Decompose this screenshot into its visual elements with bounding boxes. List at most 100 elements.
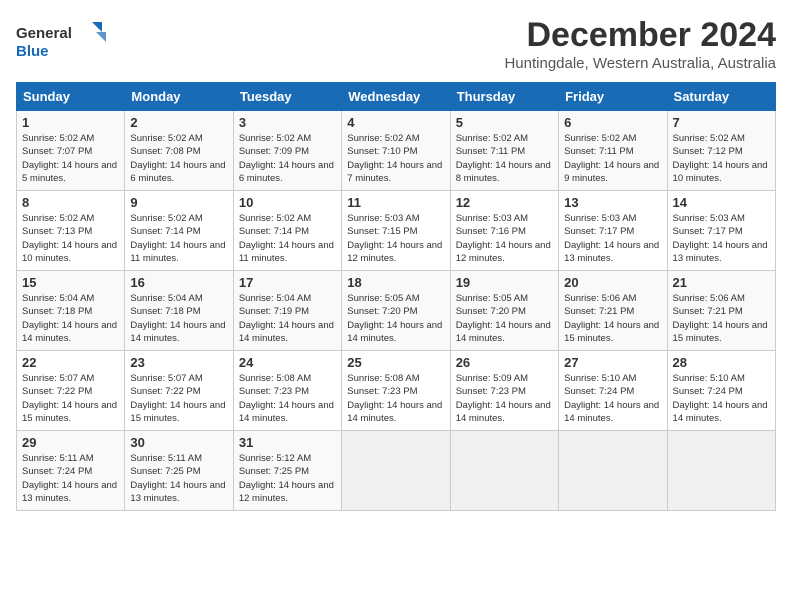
table-row: 30 Sunrise: 5:11 AM Sunset: 7:25 PM Dayl… xyxy=(125,431,233,511)
day-number: 12 xyxy=(456,195,553,210)
day-info: Sunrise: 5:05 AM Sunset: 7:20 PM Dayligh… xyxy=(347,292,444,345)
title-block: December 2024 Huntingdale, Western Austr… xyxy=(504,16,776,72)
table-row xyxy=(450,431,558,511)
table-row: 2 Sunrise: 5:02 AM Sunset: 7:08 PM Dayli… xyxy=(125,111,233,191)
table-row: 26 Sunrise: 5:09 AM Sunset: 7:23 PM Dayl… xyxy=(450,351,558,431)
calendar-table: Sunday Monday Tuesday Wednesday Thursday… xyxy=(16,82,776,511)
day-info: Sunrise: 5:03 AM Sunset: 7:16 PM Dayligh… xyxy=(456,212,553,265)
table-row: 8 Sunrise: 5:02 AM Sunset: 7:13 PM Dayli… xyxy=(17,191,125,271)
day-info: Sunrise: 5:11 AM Sunset: 7:24 PM Dayligh… xyxy=(22,452,119,505)
day-number: 14 xyxy=(673,195,770,210)
table-row: 24 Sunrise: 5:08 AM Sunset: 7:23 PM Dayl… xyxy=(233,351,341,431)
table-row: 12 Sunrise: 5:03 AM Sunset: 7:16 PM Dayl… xyxy=(450,191,558,271)
day-number: 8 xyxy=(22,195,119,210)
table-row: 11 Sunrise: 5:03 AM Sunset: 7:15 PM Dayl… xyxy=(342,191,450,271)
table-row: 23 Sunrise: 5:07 AM Sunset: 7:22 PM Dayl… xyxy=(125,351,233,431)
day-number: 26 xyxy=(456,355,553,370)
day-info: Sunrise: 5:03 AM Sunset: 7:15 PM Dayligh… xyxy=(347,212,444,265)
day-number: 11 xyxy=(347,195,444,210)
table-row: 3 Sunrise: 5:02 AM Sunset: 7:09 PM Dayli… xyxy=(233,111,341,191)
day-number: 20 xyxy=(564,275,661,290)
day-info: Sunrise: 5:12 AM Sunset: 7:25 PM Dayligh… xyxy=(239,452,336,505)
logo-svg: General Blue xyxy=(16,20,106,64)
day-info: Sunrise: 5:02 AM Sunset: 7:14 PM Dayligh… xyxy=(130,212,227,265)
header-row: Sunday Monday Tuesday Wednesday Thursday… xyxy=(17,83,776,111)
calendar-week-row: 15 Sunrise: 5:04 AM Sunset: 7:18 PM Dayl… xyxy=(17,271,776,351)
table-row: 21 Sunrise: 5:06 AM Sunset: 7:21 PM Dayl… xyxy=(667,271,775,351)
day-info: Sunrise: 5:09 AM Sunset: 7:23 PM Dayligh… xyxy=(456,372,553,425)
day-number: 10 xyxy=(239,195,336,210)
col-wednesday: Wednesday xyxy=(342,83,450,111)
table-row xyxy=(559,431,667,511)
table-row: 28 Sunrise: 5:10 AM Sunset: 7:24 PM Dayl… xyxy=(667,351,775,431)
svg-text:Blue: Blue xyxy=(16,43,49,60)
table-row xyxy=(667,431,775,511)
day-info: Sunrise: 5:02 AM Sunset: 7:07 PM Dayligh… xyxy=(22,132,119,185)
day-number: 28 xyxy=(673,355,770,370)
table-row: 5 Sunrise: 5:02 AM Sunset: 7:11 PM Dayli… xyxy=(450,111,558,191)
calendar-week-row: 22 Sunrise: 5:07 AM Sunset: 7:22 PM Dayl… xyxy=(17,351,776,431)
logo-block: General Blue xyxy=(16,20,106,64)
day-info: Sunrise: 5:02 AM Sunset: 7:13 PM Dayligh… xyxy=(22,212,119,265)
table-row: 9 Sunrise: 5:02 AM Sunset: 7:14 PM Dayli… xyxy=(125,191,233,271)
day-info: Sunrise: 5:02 AM Sunset: 7:12 PM Dayligh… xyxy=(673,132,770,185)
col-thursday: Thursday xyxy=(450,83,558,111)
day-number: 24 xyxy=(239,355,336,370)
table-row: 20 Sunrise: 5:06 AM Sunset: 7:21 PM Dayl… xyxy=(559,271,667,351)
day-info: Sunrise: 5:07 AM Sunset: 7:22 PM Dayligh… xyxy=(130,372,227,425)
day-number: 30 xyxy=(130,435,227,450)
day-number: 31 xyxy=(239,435,336,450)
day-info: Sunrise: 5:02 AM Sunset: 7:11 PM Dayligh… xyxy=(456,132,553,185)
day-info: Sunrise: 5:04 AM Sunset: 7:19 PM Dayligh… xyxy=(239,292,336,345)
table-row: 6 Sunrise: 5:02 AM Sunset: 7:11 PM Dayli… xyxy=(559,111,667,191)
day-info: Sunrise: 5:04 AM Sunset: 7:18 PM Dayligh… xyxy=(22,292,119,345)
day-info: Sunrise: 5:10 AM Sunset: 7:24 PM Dayligh… xyxy=(673,372,770,425)
day-number: 4 xyxy=(347,115,444,130)
table-row: 4 Sunrise: 5:02 AM Sunset: 7:10 PM Dayli… xyxy=(342,111,450,191)
day-info: Sunrise: 5:07 AM Sunset: 7:22 PM Dayligh… xyxy=(22,372,119,425)
table-row: 19 Sunrise: 5:05 AM Sunset: 7:20 PM Dayl… xyxy=(450,271,558,351)
day-info: Sunrise: 5:03 AM Sunset: 7:17 PM Dayligh… xyxy=(673,212,770,265)
calendar-week-row: 8 Sunrise: 5:02 AM Sunset: 7:13 PM Dayli… xyxy=(17,191,776,271)
day-number: 13 xyxy=(564,195,661,210)
day-info: Sunrise: 5:11 AM Sunset: 7:25 PM Dayligh… xyxy=(130,452,227,505)
table-row: 25 Sunrise: 5:08 AM Sunset: 7:23 PM Dayl… xyxy=(342,351,450,431)
day-number: 17 xyxy=(239,275,336,290)
day-number: 22 xyxy=(22,355,119,370)
table-row: 16 Sunrise: 5:04 AM Sunset: 7:18 PM Dayl… xyxy=(125,271,233,351)
table-row: 13 Sunrise: 5:03 AM Sunset: 7:17 PM Dayl… xyxy=(559,191,667,271)
day-info: Sunrise: 5:02 AM Sunset: 7:10 PM Dayligh… xyxy=(347,132,444,185)
day-number: 19 xyxy=(456,275,553,290)
table-row: 22 Sunrise: 5:07 AM Sunset: 7:22 PM Dayl… xyxy=(17,351,125,431)
day-info: Sunrise: 5:06 AM Sunset: 7:21 PM Dayligh… xyxy=(564,292,661,345)
col-monday: Monday xyxy=(125,83,233,111)
table-row: 14 Sunrise: 5:03 AM Sunset: 7:17 PM Dayl… xyxy=(667,191,775,271)
day-number: 16 xyxy=(130,275,227,290)
day-info: Sunrise: 5:04 AM Sunset: 7:18 PM Dayligh… xyxy=(130,292,227,345)
table-row xyxy=(342,431,450,511)
day-info: Sunrise: 5:03 AM Sunset: 7:17 PM Dayligh… xyxy=(564,212,661,265)
day-number: 9 xyxy=(130,195,227,210)
day-number: 21 xyxy=(673,275,770,290)
svg-text:General: General xyxy=(16,25,72,42)
table-row: 15 Sunrise: 5:04 AM Sunset: 7:18 PM Dayl… xyxy=(17,271,125,351)
table-row: 10 Sunrise: 5:02 AM Sunset: 7:14 PM Dayl… xyxy=(233,191,341,271)
day-number: 29 xyxy=(22,435,119,450)
day-number: 15 xyxy=(22,275,119,290)
day-info: Sunrise: 5:06 AM Sunset: 7:21 PM Dayligh… xyxy=(673,292,770,345)
day-info: Sunrise: 5:05 AM Sunset: 7:20 PM Dayligh… xyxy=(456,292,553,345)
day-info: Sunrise: 5:02 AM Sunset: 7:08 PM Dayligh… xyxy=(130,132,227,185)
day-number: 1 xyxy=(22,115,119,130)
day-number: 3 xyxy=(239,115,336,130)
col-friday: Friday xyxy=(559,83,667,111)
calendar-week-row: 29 Sunrise: 5:11 AM Sunset: 7:24 PM Dayl… xyxy=(17,431,776,511)
day-number: 2 xyxy=(130,115,227,130)
day-number: 18 xyxy=(347,275,444,290)
day-number: 5 xyxy=(456,115,553,130)
table-row: 31 Sunrise: 5:12 AM Sunset: 7:25 PM Dayl… xyxy=(233,431,341,511)
table-row: 17 Sunrise: 5:04 AM Sunset: 7:19 PM Dayl… xyxy=(233,271,341,351)
day-info: Sunrise: 5:08 AM Sunset: 7:23 PM Dayligh… xyxy=(239,372,336,425)
location-subtitle: Huntingdale, Western Australia, Australi… xyxy=(504,55,776,72)
table-row: 18 Sunrise: 5:05 AM Sunset: 7:20 PM Dayl… xyxy=(342,271,450,351)
col-sunday: Sunday xyxy=(17,83,125,111)
